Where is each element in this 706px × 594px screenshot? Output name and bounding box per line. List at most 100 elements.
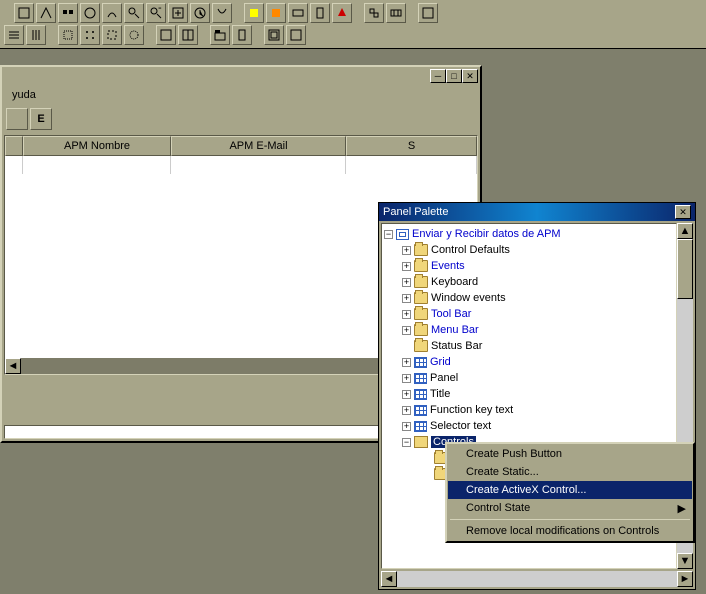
palette-titlebar[interactable]: Panel Palette ✕	[379, 203, 695, 221]
tree-node-label[interactable]: Menu Bar	[431, 324, 479, 336]
tree-node-label[interactable]: Grid	[430, 356, 451, 368]
expander-icon[interactable]: +	[402, 406, 411, 415]
svg-text:-: -	[158, 6, 162, 14]
toolbar-button[interactable]	[102, 3, 122, 23]
expander-icon[interactable]: −	[402, 438, 411, 447]
tool-button[interactable]	[6, 108, 28, 130]
folder-icon	[414, 260, 428, 272]
minimize-button[interactable]: ─	[430, 69, 446, 83]
expander-icon[interactable]: +	[402, 246, 411, 255]
toolbar-button[interactable]	[168, 3, 188, 23]
column-header[interactable]: S	[346, 136, 477, 156]
tree-node-label[interactable]: Control Defaults	[431, 244, 510, 256]
tool-button-e[interactable]: E	[30, 108, 52, 130]
grid-icon	[414, 373, 427, 384]
tree-root-label[interactable]: Enviar y Recibir datos de APM	[412, 228, 561, 240]
context-menu-item[interactable]: Create Push Button	[448, 445, 692, 463]
folder-icon	[414, 308, 428, 320]
toolbar-row-1: -	[0, 2, 706, 24]
toolbar-button[interactable]	[26, 25, 46, 45]
context-menu-item[interactable]: Control State▶	[448, 499, 692, 517]
horizontal-scrollbar[interactable]: ◄ ►	[381, 571, 693, 587]
toolbar-button[interactable]	[190, 3, 210, 23]
expander-icon[interactable]: +	[402, 390, 411, 399]
child-titlebar: ─ □ ✕	[2, 67, 480, 85]
expander-icon[interactable]: −	[384, 230, 393, 239]
close-button[interactable]: ✕	[675, 205, 691, 219]
toolbar-button[interactable]	[244, 3, 264, 23]
scroll-left-button[interactable]: ◄	[5, 358, 21, 374]
menubar: yuda	[2, 85, 480, 105]
tree-node-label[interactable]: Function key text	[430, 404, 513, 416]
toolbar-button[interactable]: -	[146, 3, 166, 23]
toolbar-button[interactable]	[264, 25, 284, 45]
toolbar-button[interactable]	[124, 3, 144, 23]
tree-node-label[interactable]: Window events	[431, 292, 506, 304]
toolbar-button[interactable]	[36, 3, 56, 23]
folder-icon	[414, 340, 428, 352]
expander-icon[interactable]: +	[402, 326, 411, 335]
folder-icon	[414, 324, 428, 336]
tree-node-label[interactable]: Title	[430, 388, 450, 400]
context-menu: Create Push ButtonCreate Static...Create…	[445, 442, 695, 543]
close-button[interactable]: ✕	[462, 69, 478, 83]
context-menu-item[interactable]: Create Static...	[448, 463, 692, 481]
column-header[interactable]: APM E-Mail	[171, 136, 346, 156]
tree-node-label[interactable]: Tool Bar	[431, 308, 471, 320]
toolbar-button[interactable]	[310, 3, 330, 23]
maximize-button[interactable]: □	[446, 69, 462, 83]
toolbar-button[interactable]	[418, 3, 438, 23]
tree-node-label[interactable]: Panel	[430, 372, 458, 384]
folder-icon	[414, 292, 428, 304]
scroll-thumb[interactable]	[677, 239, 693, 299]
toolbar-button[interactable]	[102, 25, 122, 45]
toolbar-button[interactable]	[58, 25, 78, 45]
toolbar-button[interactable]	[4, 25, 24, 45]
folder-open-icon	[414, 436, 428, 448]
toolbar-button[interactable]	[286, 25, 306, 45]
grid-icon	[414, 421, 427, 432]
toolbar-button[interactable]	[232, 25, 252, 45]
scroll-right-button[interactable]: ►	[677, 571, 693, 587]
toolbar-button[interactable]	[386, 3, 406, 23]
toolbar-button[interactable]	[210, 25, 230, 45]
tree-node-label[interactable]: Status Bar	[431, 340, 482, 352]
toolbar-button[interactable]	[332, 3, 352, 23]
expander-icon[interactable]: +	[402, 358, 411, 367]
toolbar-button[interactable]	[14, 3, 34, 23]
context-menu-item[interactable]: Create ActiveX Control...	[448, 481, 692, 499]
expander-icon[interactable]: +	[402, 310, 411, 319]
expander-icon[interactable]: +	[402, 294, 411, 303]
toolbar-button[interactable]	[58, 3, 78, 23]
palette-title: Panel Palette	[383, 206, 448, 218]
grid-corner[interactable]	[5, 136, 23, 156]
tree-node-label[interactable]: Keyboard	[431, 276, 478, 288]
expander-icon[interactable]: +	[402, 262, 411, 271]
toolbar-button[interactable]	[364, 3, 384, 23]
toolbar-button[interactable]	[266, 3, 286, 23]
scroll-left-button[interactable]: ◄	[381, 571, 397, 587]
scroll-up-button[interactable]: ▲	[677, 223, 693, 239]
toolbar-button[interactable]	[156, 25, 176, 45]
toolbar-button[interactable]	[80, 25, 100, 45]
expander-icon[interactable]: +	[402, 278, 411, 287]
folder-icon	[414, 276, 428, 288]
toolbar-row-2	[0, 24, 706, 46]
toolbar-button[interactable]	[178, 25, 198, 45]
tree-node-label[interactable]: Selector text	[430, 420, 491, 432]
column-header[interactable]: APM Nombre	[23, 136, 171, 156]
toolbar-button[interactable]	[80, 3, 100, 23]
menu-item[interactable]: yuda	[6, 87, 42, 103]
toolbar-area: -	[0, 0, 706, 49]
scroll-down-button[interactable]: ▼	[677, 553, 693, 569]
expander-icon[interactable]: +	[402, 374, 411, 383]
context-menu-item[interactable]: Remove local modifications on Controls	[448, 522, 692, 540]
toolbar-button[interactable]	[288, 3, 308, 23]
tree-node-label[interactable]: Events	[431, 260, 465, 272]
grid-icon	[414, 405, 427, 416]
button-row: E	[2, 105, 480, 133]
toolbar-button[interactable]	[212, 3, 232, 23]
toolbar-button[interactable]	[124, 25, 144, 45]
expander-icon[interactable]: +	[402, 422, 411, 431]
screen-icon	[396, 229, 409, 240]
